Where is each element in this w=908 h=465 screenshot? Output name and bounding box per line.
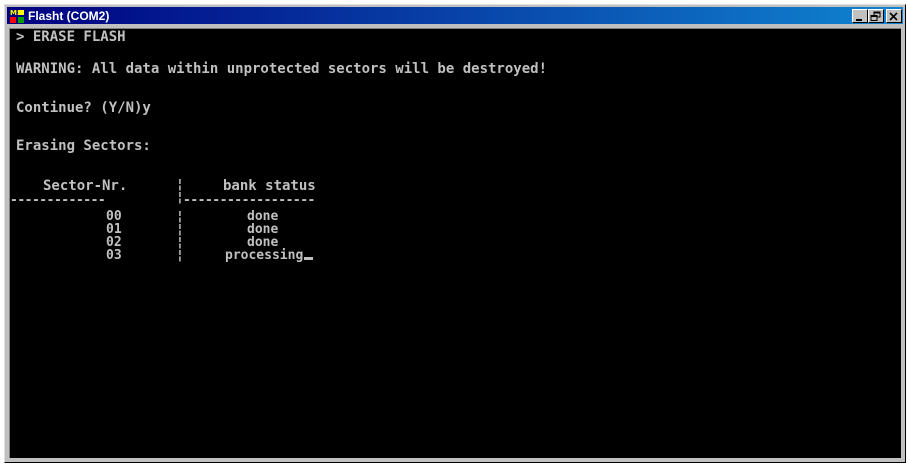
minimize-icon — [856, 18, 862, 21]
minimize-button[interactable] — [852, 8, 868, 23]
text-cursor — [304, 257, 314, 260]
header-bank-status: bank status — [223, 178, 316, 194]
title-bar[interactable]: MS Flasht (COM2) — [7, 7, 903, 24]
sector-number: 03 — [106, 248, 122, 263]
separator-right: ------------------ — [183, 193, 315, 208]
confirm-prompt: Continue? (Y/N)y — [16, 100, 151, 116]
separator-left: ------------- — [10, 193, 106, 208]
window-controls — [852, 8, 902, 23]
bank-status: processing — [225, 248, 304, 263]
close-icon — [889, 11, 898, 21]
erasing-label: Erasing Sectors: — [16, 138, 151, 154]
window-title: Flasht (COM2) — [28, 8, 110, 23]
restore-icon — [870, 11, 881, 21]
table-divider: ¦ — [176, 248, 184, 263]
ms-dos-icon[interactable]: MS — [9, 7, 25, 24]
warning-text: WARNING: All data within unprotected sec… — [16, 61, 548, 77]
maximize-button[interactable] — [868, 8, 884, 23]
close-button[interactable] — [886, 8, 902, 23]
console-output[interactable]: > ERASE FLASH WARNING: All data within u… — [9, 28, 901, 458]
terminal-window: MS Flasht (COM2) > ERASE FLASH WARNING: … — [4, 4, 906, 463]
command-line: > ERASE FLASH — [16, 29, 126, 45]
header-sector-nr: Sector-Nr. — [43, 178, 128, 194]
bank-status-processing: processing — [225, 248, 314, 263]
